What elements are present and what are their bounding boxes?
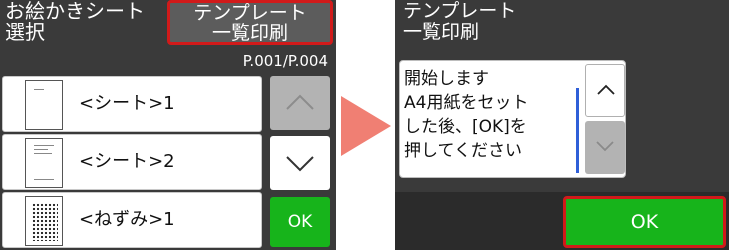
chevron-down-icon	[286, 156, 314, 172]
screen-title: テンプレート 一覧印刷	[403, 0, 517, 43]
page-counter: P.001/P.004	[242, 52, 328, 70]
list-item-sheet-1[interactable]: <シート>1	[2, 76, 262, 132]
list-item-label: <シート>2	[79, 151, 175, 172]
chevron-up-icon	[597, 84, 615, 95]
list-item-sheet-2[interactable]: <シート>2	[2, 134, 262, 190]
screen-title: お絵かきシート 選択	[5, 0, 145, 44]
list-item-mouse-1[interactable]: <ねずみ>1	[2, 192, 262, 248]
message-panel: 開始します A4用紙をセット した後、[OK]を 押してください	[399, 60, 626, 178]
chevron-down-icon	[596, 141, 614, 152]
blank-sheet-thumbnail	[25, 80, 63, 130]
template-list-print-button[interactable]: テンプレート 一覧印刷	[167, 0, 333, 45]
message-scroll-up-button[interactable]	[585, 64, 625, 117]
arrow-right-icon	[341, 96, 391, 156]
scroll-down-button[interactable]	[270, 136, 330, 190]
mouse-drawing-thumbnail	[25, 196, 63, 246]
list-item-label: <ねずみ>1	[79, 209, 175, 230]
list-item-label: <シート>1	[79, 93, 175, 114]
lined-sheet-thumbnail	[25, 138, 63, 188]
message-scrollbar[interactable]	[576, 88, 579, 173]
template-print-screen: テンプレート 一覧印刷 開始します A4用紙をセット した後、[OK]を 押して…	[395, 0, 729, 250]
instruction-message: 開始します A4用紙をセット した後、[OK]を 押してください	[404, 69, 529, 161]
ok-button[interactable]: OK	[563, 196, 726, 248]
chevron-up-icon	[286, 94, 314, 110]
message-scroll-down-button[interactable]	[585, 121, 625, 174]
ok-button[interactable]: OK	[270, 197, 330, 247]
scroll-up-button[interactable]	[270, 76, 330, 130]
sheet-select-screen: お絵かきシート 選択 テンプレート 一覧印刷 P.001/P.004 <シート>…	[0, 0, 336, 250]
